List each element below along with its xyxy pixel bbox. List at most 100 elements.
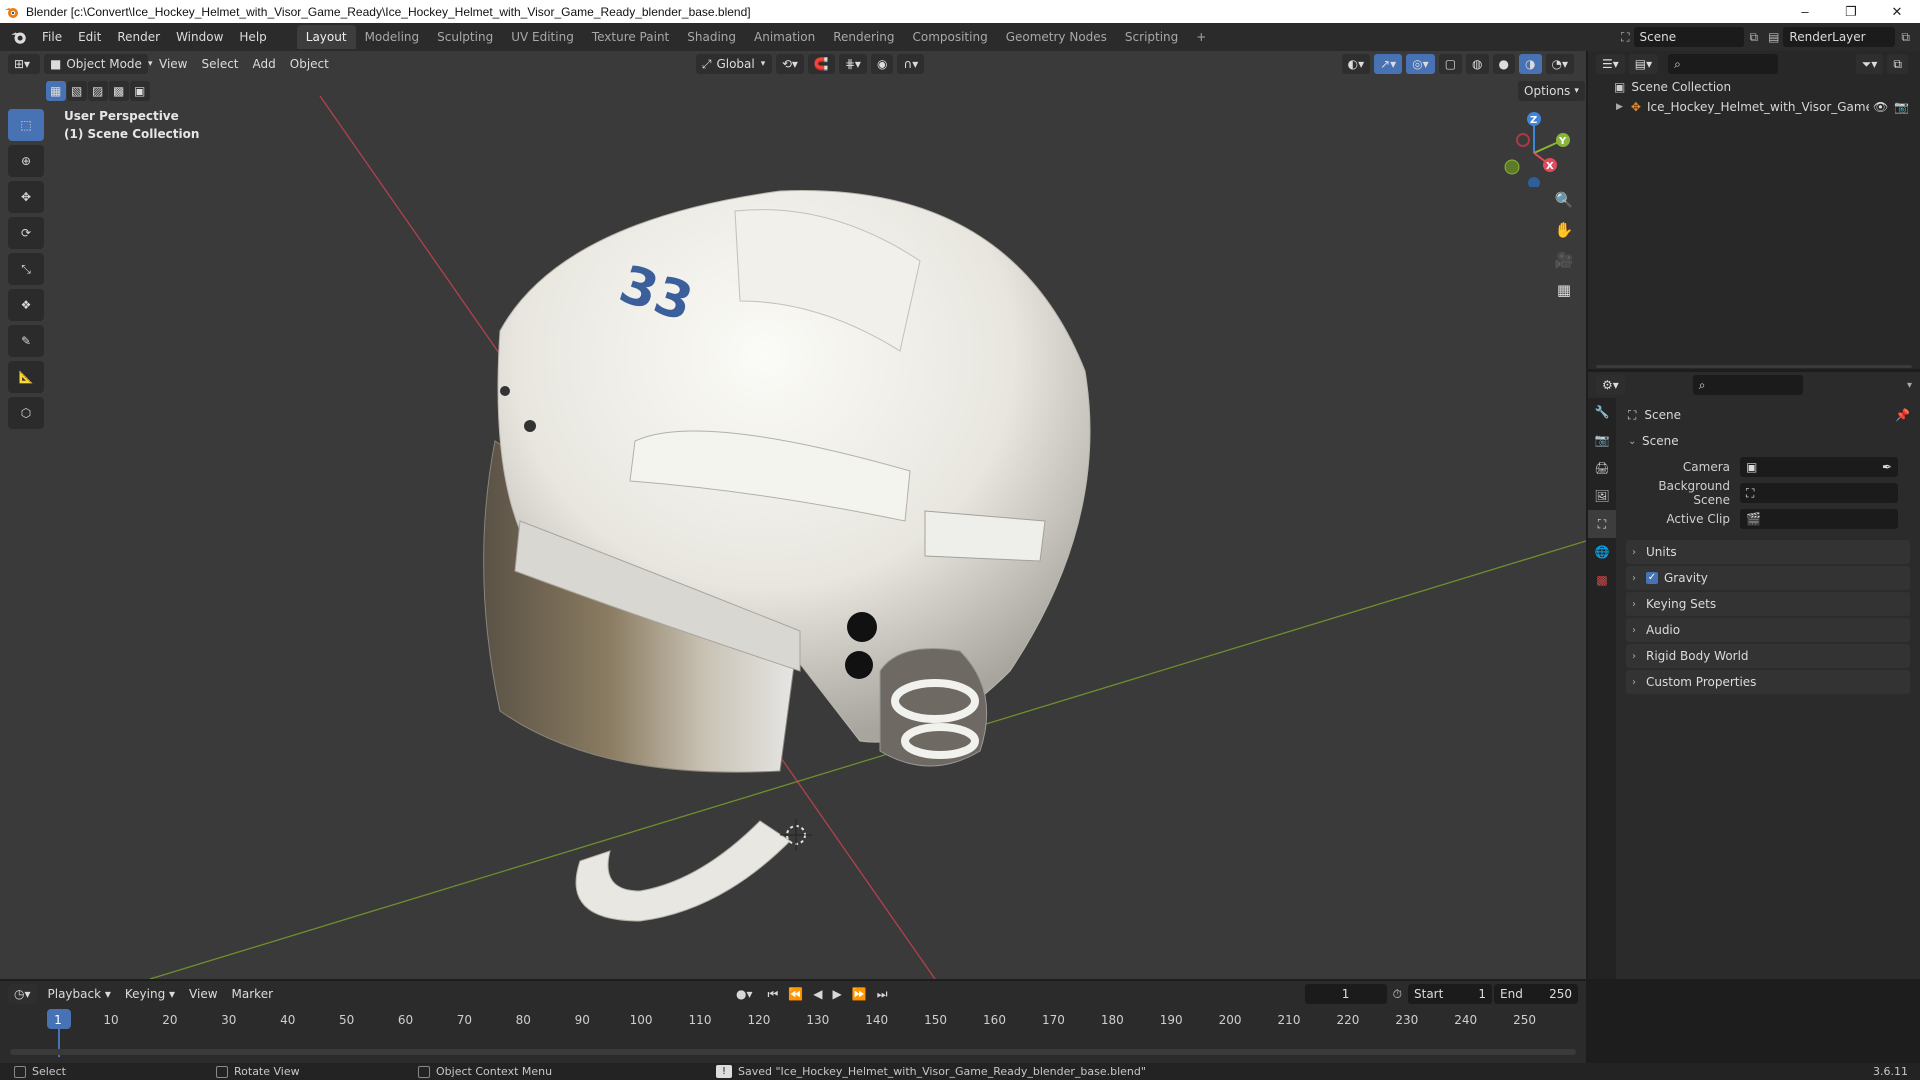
new-collection-icon[interactable]: ⧉ bbox=[1887, 54, 1908, 74]
new-scene-icon[interactable]: ⧉ bbox=[1750, 30, 1759, 45]
pin-icon[interactable]: 📌 bbox=[1895, 408, 1910, 422]
prev-keyframe-icon[interactable]: ⏪ bbox=[788, 987, 803, 1001]
properties-editor-type[interactable]: ⚙▾ bbox=[1596, 375, 1625, 395]
select-extend-button[interactable]: ▧ bbox=[67, 81, 87, 101]
eyedropper-icon[interactable]: ✒ bbox=[1882, 460, 1892, 474]
tab-compositing[interactable]: Compositing bbox=[903, 25, 996, 49]
scene-icon[interactable]: ⛶ bbox=[1621, 30, 1629, 45]
end-frame-field[interactable]: End 250 bbox=[1494, 984, 1578, 1004]
scene-tab-icon[interactable]: ⛶ bbox=[1588, 510, 1616, 538]
tab-scripting[interactable]: Scripting bbox=[1116, 25, 1187, 49]
scene-panel-header[interactable]: ⌄ Scene bbox=[1620, 428, 1916, 454]
select-new-button[interactable]: ▦ bbox=[46, 81, 66, 101]
view-layer-tab-icon[interactable]: 🖼 bbox=[1588, 482, 1616, 510]
xray-toggle[interactable]: ▢ bbox=[1438, 54, 1463, 74]
menu-file[interactable]: File bbox=[34, 26, 70, 48]
properties-options-icon[interactable]: ▾ bbox=[1907, 380, 1912, 391]
viewport-scene[interactable]: 33 bbox=[0, 51, 1586, 979]
audio-panel[interactable]: › Audio bbox=[1626, 618, 1910, 642]
gizmo-toggle[interactable]: ↗▾ bbox=[1374, 54, 1403, 74]
zoom-icon[interactable]: 🔍 bbox=[1552, 191, 1576, 221]
select-invert-button[interactable]: ▩ bbox=[109, 81, 129, 101]
add-cube-tool[interactable]: ⬡ bbox=[8, 397, 44, 429]
select-subtract-button[interactable]: ▨ bbox=[88, 81, 108, 101]
menu-render[interactable]: Render bbox=[109, 26, 168, 48]
rendered-shading-button[interactable]: ◔▾ bbox=[1545, 54, 1574, 74]
annotate-tool[interactable]: ✎ bbox=[8, 325, 44, 357]
menu-window[interactable]: Window bbox=[168, 26, 231, 48]
3d-viewport[interactable]: 33 ⊞▾ ■ Object Mode ▾ View Select Add Obj… bbox=[0, 51, 1586, 979]
jump-start-icon[interactable]: ⏮ bbox=[768, 987, 779, 1002]
units-panel[interactable]: › Units bbox=[1626, 540, 1910, 564]
solid-shading-button[interactable]: ● bbox=[1492, 54, 1516, 74]
outliner-search-input[interactable]: ⌕ bbox=[1668, 54, 1779, 74]
gizmo-neg-x[interactable] bbox=[1516, 133, 1530, 147]
tab-modeling[interactable]: Modeling bbox=[356, 25, 429, 49]
snap-target-button[interactable]: ⋕▾ bbox=[838, 54, 867, 74]
active-clip-field[interactable]: 🎬 bbox=[1740, 509, 1898, 529]
eye-icon[interactable]: 👁 bbox=[1873, 100, 1888, 114]
tab-uv-editing[interactable]: UV Editing bbox=[502, 25, 583, 49]
overlay-toggle[interactable]: ◎▾ bbox=[1406, 54, 1435, 74]
properties-search-input[interactable]: ⌕ bbox=[1692, 375, 1803, 395]
stopwatch-icon[interactable]: ⏱ bbox=[1393, 987, 1402, 1002]
navigation-gizmo[interactable]: Z Y X bbox=[1490, 107, 1580, 187]
menu-add[interactable]: Add bbox=[246, 57, 283, 71]
menu-edit[interactable]: Edit bbox=[70, 26, 109, 48]
tool-tab-icon[interactable]: 🔧 bbox=[1588, 398, 1616, 426]
menu-help[interactable]: Help bbox=[231, 26, 274, 48]
measure-tool[interactable]: 📐 bbox=[8, 361, 44, 393]
menu-select[interactable]: Select bbox=[194, 57, 245, 71]
wireframe-shading-button[interactable]: ◍ bbox=[1466, 54, 1489, 74]
gizmo-neg-z[interactable] bbox=[1528, 177, 1540, 187]
next-keyframe-icon[interactable]: ⏩ bbox=[852, 987, 867, 1001]
outliner-display-mode[interactable]: ▤▾ bbox=[1628, 54, 1659, 74]
mode-selector[interactable]: ■ Object Mode ▾ bbox=[44, 54, 152, 74]
tab-shading[interactable]: Shading bbox=[678, 25, 745, 49]
helmet-model[interactable]: 33 bbox=[483, 190, 1091, 922]
camera-render-icon[interactable]: 📷 bbox=[1894, 100, 1909, 114]
auto-keying-icon[interactable]: ●▾ bbox=[736, 987, 753, 1001]
menu-keying[interactable]: Keying ▾ bbox=[118, 987, 182, 1001]
move-tool[interactable]: ✥ bbox=[8, 181, 44, 213]
rotate-tool[interactable]: ⟳ bbox=[8, 217, 44, 249]
tab-texture-paint[interactable]: Texture Paint bbox=[583, 25, 678, 49]
gizmo-neg-y[interactable] bbox=[1504, 159, 1520, 175]
gravity-panel[interactable]: › ✓ Gravity bbox=[1626, 566, 1910, 590]
frame-ruler[interactable]: 1 10 20 30 40 50 60 70 80 90 100 110 120 130 140 150 160… bbox=[0, 1009, 1586, 1033]
timeline-scrollbar[interactable] bbox=[10, 1049, 1576, 1055]
filter-icon[interactable]: ⏷▾ bbox=[1855, 54, 1884, 74]
current-frame-field[interactable]: 1 bbox=[1304, 984, 1387, 1004]
view-layer-selector[interactable]: RenderLayer bbox=[1783, 27, 1896, 47]
material-preview-button[interactable]: ◑ bbox=[1519, 54, 1542, 74]
new-view-layer-icon[interactable]: ⧉ bbox=[1901, 30, 1910, 45]
jump-end-icon[interactable]: ⏭ bbox=[877, 987, 888, 1002]
tab-sculpting[interactable]: Sculpting bbox=[428, 25, 502, 49]
menu-timeline-view[interactable]: View bbox=[182, 987, 224, 1001]
select-intersect-button[interactable]: ▣ bbox=[130, 81, 150, 101]
outliner-editor-type[interactable]: ☰▾ bbox=[1596, 54, 1625, 74]
tab-geometry-nodes[interactable]: Geometry Nodes bbox=[997, 25, 1116, 49]
custom-properties-panel[interactable]: › Custom Properties bbox=[1626, 670, 1910, 694]
menu-playback[interactable]: Playback ▾ bbox=[41, 987, 118, 1001]
transform-orientation[interactable]: ⤢ Global ▾ bbox=[695, 54, 772, 74]
outliner-scrollbar[interactable] bbox=[1596, 365, 1912, 368]
gravity-checkbox[interactable]: ✓ bbox=[1646, 572, 1658, 584]
timeline-editor-type[interactable]: ◷▾ bbox=[8, 984, 37, 1004]
menu-object[interactable]: Object bbox=[283, 57, 336, 71]
camera-view-icon[interactable]: 🎥 bbox=[1552, 251, 1576, 281]
blender-menu-icon[interactable] bbox=[10, 28, 28, 46]
menu-view[interactable]: View bbox=[152, 57, 194, 71]
tab-rendering[interactable]: Rendering bbox=[824, 25, 903, 49]
play-reverse-icon[interactable]: ◀ bbox=[813, 987, 822, 1001]
proportional-edit-toggle[interactable]: ◉ bbox=[870, 54, 894, 74]
snap-toggle[interactable]: 🧲 bbox=[807, 54, 835, 74]
view-layer-icon[interactable]: ▤ bbox=[1768, 30, 1779, 44]
transform-tool[interactable]: ❖ bbox=[8, 289, 44, 321]
camera-field[interactable]: ▣ ✒ bbox=[1740, 457, 1898, 477]
outliner-item-helmet[interactable]: ▶ ✥ Ice_Hockey_Helmet_with_Visor_Game_ 👁… bbox=[1588, 97, 1920, 117]
rigid-body-world-panel[interactable]: › Rigid Body World bbox=[1626, 644, 1910, 668]
output-tab-icon[interactable]: 🖨 bbox=[1588, 454, 1616, 482]
options-button[interactable]: Options ▾ bbox=[1518, 81, 1585, 101]
world-tab-icon[interactable]: 🌐 bbox=[1588, 538, 1616, 566]
